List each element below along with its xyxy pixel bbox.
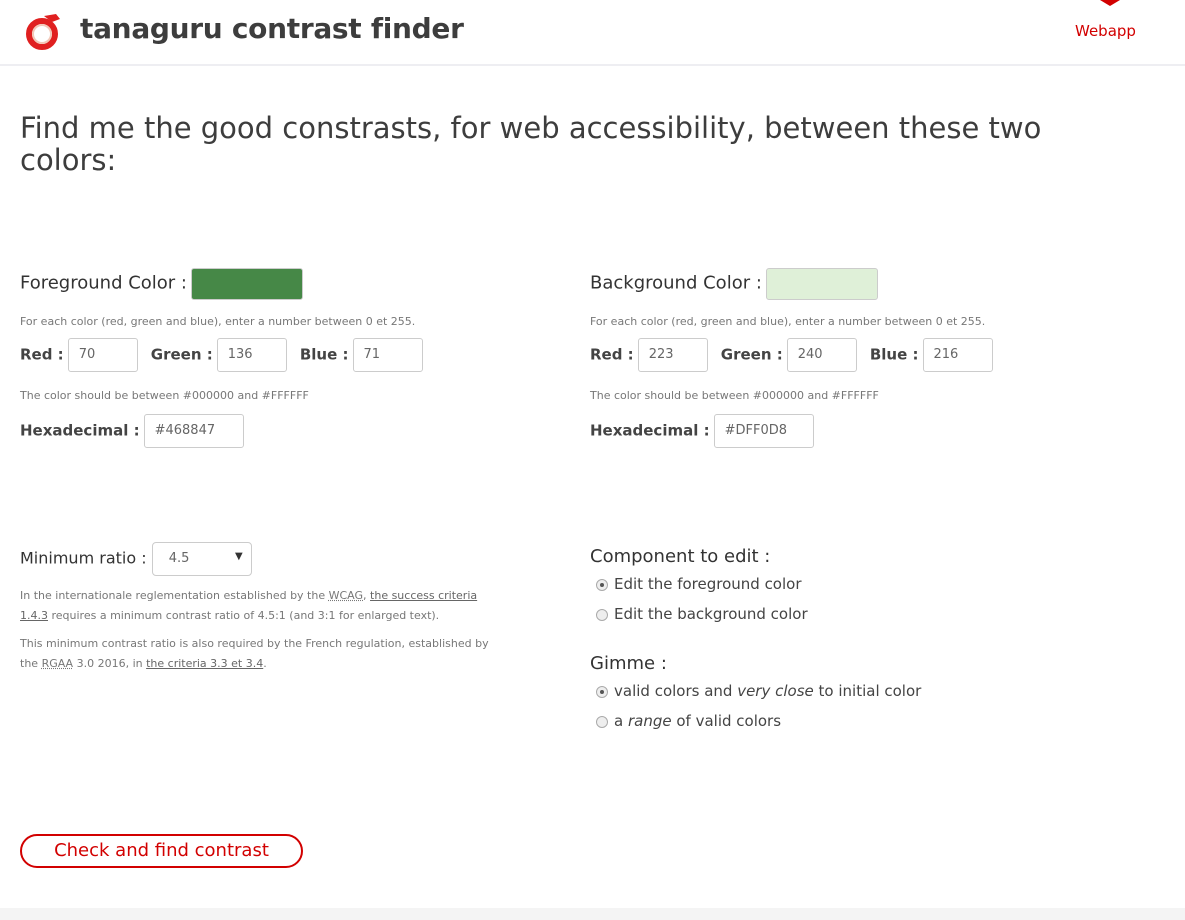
radio-unchecked-icon[interactable]	[596, 608, 608, 621]
active-nav-indicator	[1100, 0, 1120, 6]
foreground-green-input[interactable]: 136	[216, 338, 287, 372]
red-label: Red :	[590, 345, 634, 364]
rgaa-abbr: RGAA	[41, 657, 74, 670]
app-title[interactable]: tanaguru contrast finder	[80, 12, 464, 45]
page-title: Find me the good constrasts, for web acc…	[20, 111, 1042, 177]
foreground-red-input[interactable]: 70	[67, 338, 138, 372]
hex-label: Hexadecimal :	[20, 421, 140, 440]
background-red-input[interactable]: 223	[637, 338, 708, 372]
text: valid colors and	[614, 682, 738, 700]
gimme-label: Gimme :	[590, 653, 667, 674]
ratio-section: Minimum ratio : 4.5 ▼ In the internationa…	[20, 542, 500, 674]
radio-label: Edit the background color	[614, 605, 808, 623]
background-green-input[interactable]: 240	[786, 338, 857, 372]
text: In the internationale reglementation est…	[20, 589, 329, 602]
text: to initial color	[813, 682, 922, 700]
blue-label: Blue :	[299, 345, 349, 364]
background-range-hint: The color should be between #000000 and …	[590, 389, 879, 402]
text: of valid colors	[671, 712, 782, 730]
footer	[0, 908, 1185, 920]
dropdown-arrow-icon: ▼	[235, 551, 243, 562]
foreground-range-hint: The color should be between #000000 and …	[20, 389, 309, 402]
header: tanaguru contrast finder Webapp	[0, 0, 1185, 66]
background-section: Background Color : For each color (red, …	[590, 268, 1110, 448]
text: .	[263, 657, 267, 670]
foreground-hint: For each color (red, green and blue), en…	[20, 315, 416, 328]
red-label: Red :	[20, 345, 64, 364]
component-label: Component to edit :	[590, 546, 771, 567]
foreground-hex-input[interactable]: #468847	[143, 414, 244, 448]
green-label: Green :	[720, 345, 783, 364]
text: a	[614, 712, 628, 730]
foreground-label: Foreground Color :	[20, 272, 187, 294]
radio-edit-background[interactable]: Edit the background color	[596, 605, 1110, 623]
background-label: Background Color :	[590, 272, 762, 294]
text: ,	[363, 589, 371, 602]
nav-webapp-link[interactable]: Webapp	[1075, 22, 1136, 40]
text: very close	[737, 682, 814, 700]
background-swatch	[765, 268, 878, 300]
radio-checked-icon[interactable]	[596, 578, 608, 591]
wcag-abbr: WCAG	[328, 589, 364, 602]
green-label: Green :	[150, 345, 213, 364]
text: 3.0 2016, in	[73, 657, 147, 670]
ratio-value: 4.5	[168, 551, 190, 566]
ratio-label: Minimum ratio :	[20, 548, 147, 568]
radio-range[interactable]: a range of valid colors	[596, 712, 1110, 730]
component-section: Component to edit : Edit the foreground …	[590, 546, 1110, 730]
ratio-info-1: In the internationale reglementation est…	[20, 586, 500, 626]
background-hex-input[interactable]: #DFF0D8	[713, 414, 814, 448]
blue-label: Blue :	[869, 345, 919, 364]
background-blue-input[interactable]: 216	[922, 338, 993, 372]
text: requires a minimum contrast ratio of 4.5…	[48, 609, 440, 622]
radio-unchecked-icon[interactable]	[596, 715, 608, 728]
radio-checked-icon[interactable]	[596, 685, 608, 698]
ratio-info-2: This minimum contrast ratio is also requ…	[20, 634, 500, 674]
foreground-blue-input[interactable]: 71	[352, 338, 423, 372]
radio-very-close[interactable]: valid colors and very close to initial c…	[596, 682, 1110, 700]
radio-label: Edit the foreground color	[614, 575, 802, 593]
foreground-swatch	[191, 268, 303, 300]
ratio-select[interactable]: 4.5 ▼	[151, 542, 252, 576]
criteria-link[interactable]: the criteria 3.3 et 3.4	[146, 657, 263, 670]
background-hint: For each color (red, green and blue), en…	[590, 315, 986, 328]
text: range	[627, 712, 672, 730]
radio-edit-foreground[interactable]: Edit the foreground color	[596, 575, 1110, 593]
check-contrast-button[interactable]: Check and find contrast	[20, 834, 303, 868]
foreground-section: Foreground Color : For each color (red, …	[20, 268, 540, 448]
hex-label: Hexadecimal :	[590, 421, 710, 440]
dragon-logo-icon[interactable]	[22, 10, 64, 52]
